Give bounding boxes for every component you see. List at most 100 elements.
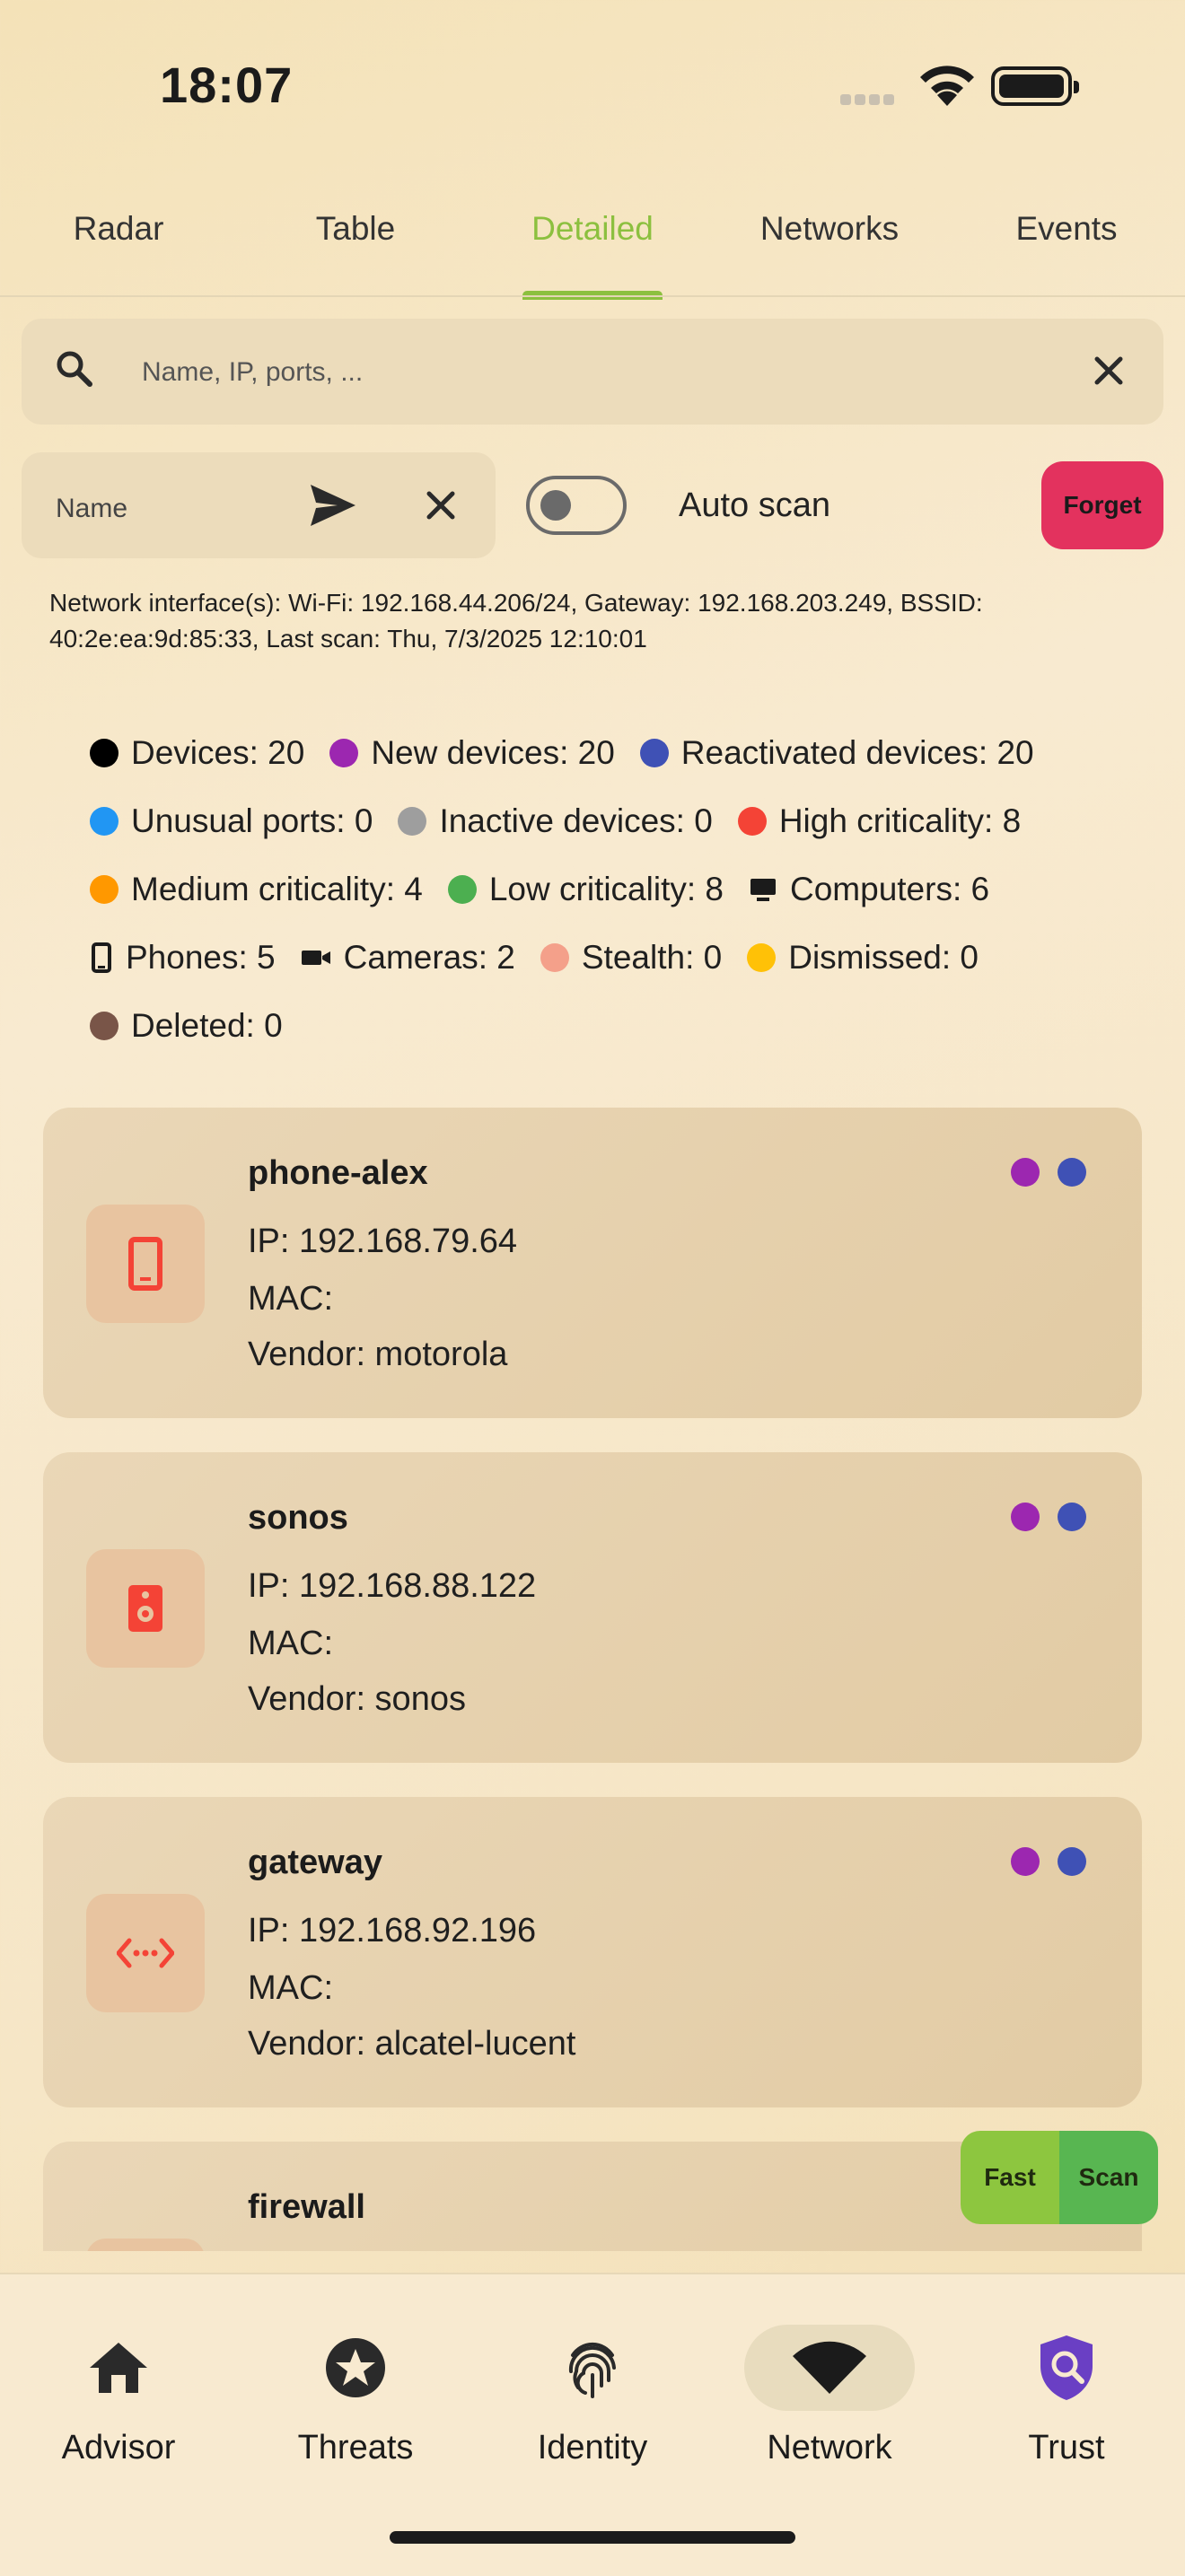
nav-icon-wrap — [744, 2325, 915, 2411]
device-card[interactable]: gateway IP: 192.168.92.196 MAC: Vendor: … — [43, 1797, 1142, 2107]
legend-deleted: Deleted: 0 — [90, 1007, 283, 1045]
search-input[interactable] — [140, 352, 1005, 393]
toggle-knob — [540, 490, 571, 521]
legend-label: Cameras: 2 — [343, 939, 515, 976]
tag-new-dot — [1011, 1158, 1040, 1187]
shield-search-icon — [1040, 2335, 1093, 2400]
legend-label: Low criticality: 8 — [488, 871, 724, 907]
legend-dot — [447, 875, 477, 904]
nav-label: Threats — [297, 2429, 414, 2466]
legend-new-devices: New devices: 20 — [329, 734, 615, 772]
status-time: 18:07 — [160, 57, 294, 113]
device-icon-box — [86, 1205, 205, 1323]
nav-icon-wrap — [270, 2325, 441, 2411]
legend-label: Medium criticality: 4 — [131, 871, 423, 907]
tab-label: Radar — [73, 210, 164, 247]
signal-icon — [840, 93, 898, 110]
tab-label: Table — [315, 210, 396, 247]
scan-controls: Fast Scan — [961, 2131, 1158, 2224]
device-card[interactable]: phone-alex IP: 192.168.79.64 MAC: Vendor… — [43, 1108, 1142, 1418]
legend-dot — [540, 943, 569, 972]
device-tags — [1011, 1158, 1086, 1187]
scan-button[interactable]: Scan — [1059, 2131, 1158, 2224]
legend-label: Devices: 20 — [131, 734, 305, 771]
legend-label: New devices: 20 — [371, 734, 615, 771]
computer-icon — [750, 879, 776, 901]
legend-cameras: Cameras: 2 — [301, 939, 515, 977]
tag-reactivated-dot — [1058, 1158, 1086, 1187]
name-input[interactable] — [54, 490, 273, 528]
nav-network[interactable]: Network — [711, 2325, 948, 2467]
nav-label: Identity — [537, 2429, 648, 2466]
nav-label: Network — [767, 2429, 892, 2466]
nav-threats[interactable]: Threats — [237, 2325, 474, 2467]
camera-icon — [301, 951, 330, 965]
legend-label: Phones: 5 — [126, 939, 276, 976]
nav-advisor[interactable]: Advisor — [0, 2325, 237, 2467]
tag-reactivated-dot — [1058, 1847, 1086, 1876]
tab-label: Events — [1015, 210, 1118, 247]
legend-dot — [398, 807, 427, 836]
tab-networks[interactable]: Networks — [711, 199, 948, 298]
legend-dot — [90, 1012, 118, 1040]
legend-dot — [329, 739, 359, 767]
device-icon-box — [86, 1894, 205, 2012]
clear-name-icon[interactable] — [418, 483, 463, 528]
device-ip: IP: 192.168.92.196 — [248, 1912, 537, 1950]
nav-identity[interactable]: Identity — [474, 2325, 711, 2467]
device-card[interactable]: sonos IP: 192.168.88.122 MAC: Vendor: so… — [43, 1452, 1142, 1763]
legend-dot — [90, 807, 118, 836]
tag-new-dot — [1011, 1847, 1040, 1876]
tab-events[interactable]: Events — [948, 199, 1185, 298]
send-icon[interactable] — [307, 479, 359, 531]
device-list: phone-alex IP: 192.168.79.64 MAC: Vendor… — [0, 1104, 1185, 2251]
home-indicator — [390, 2531, 795, 2544]
device-name: gateway — [248, 1844, 382, 1881]
legend-label: Inactive devices: 0 — [439, 802, 713, 839]
forget-button[interactable]: Forget — [1041, 461, 1163, 549]
tab-label: Networks — [759, 210, 900, 247]
device-ip: IP: 192.168.79.64 — [248, 1222, 518, 1260]
device-mac: MAC: — [248, 1625, 333, 1662]
legend-stealth: Stealth: 0 — [540, 939, 722, 977]
tabs-divider — [0, 295, 1185, 297]
home-icon — [90, 2343, 147, 2393]
device-vendor: Vendor: alcatel-lucent — [248, 2025, 576, 2063]
router-icon — [117, 1938, 174, 1968]
search-icon — [57, 351, 92, 387]
legend-label: Dismissed: 0 — [788, 939, 979, 976]
auto-scan-toggle[interactable] — [526, 476, 627, 535]
device-ip: IP: 192.168.88.122 — [248, 1567, 537, 1605]
nav-icon-wrap — [507, 2325, 678, 2411]
nav-icon-wrap — [33, 2325, 204, 2411]
legend-dot — [639, 739, 669, 767]
tag-new-dot — [1011, 1503, 1040, 1531]
star-badge-icon — [326, 2338, 385, 2397]
legend-label: Deleted: 0 — [131, 1007, 283, 1044]
phone-icon — [128, 1237, 162, 1291]
legend-high-criticality: High criticality: 8 — [737, 802, 1022, 840]
device-vendor: Vendor: motorola — [248, 1336, 508, 1373]
legend-label: High criticality: 8 — [778, 802, 1022, 839]
device-tags — [1011, 1847, 1086, 1876]
device-name: firewall — [248, 2188, 365, 2226]
tab-table[interactable]: Table — [237, 199, 474, 298]
fast-scan-button[interactable]: Fast — [961, 2131, 1059, 2224]
wifi-status-icon — [920, 66, 974, 106]
network-info: Network interface(s): Wi-Fi: 192.168.44.… — [49, 589, 983, 653]
tab-radar[interactable]: Radar — [0, 199, 237, 298]
legend-dot — [747, 943, 777, 972]
legend-devices: Devices: 20 — [90, 734, 304, 772]
nav-trust[interactable]: Trust — [948, 2325, 1185, 2467]
tab-detailed[interactable]: Detailed — [474, 199, 711, 300]
legend-dot — [90, 739, 118, 767]
clear-search-icon[interactable] — [1086, 348, 1131, 393]
device-vendor: Vendor: sonos — [248, 1680, 466, 1718]
nav-label: Advisor — [61, 2429, 176, 2466]
device-tags — [1011, 1503, 1086, 1531]
device-name: sonos — [248, 1499, 348, 1537]
auto-scan-label: Auto scan — [679, 486, 830, 524]
speaker-icon — [128, 1585, 162, 1632]
device-name: phone-alex — [248, 1154, 428, 1192]
legend-unusual-ports: Unusual ports: 0 — [90, 802, 373, 840]
